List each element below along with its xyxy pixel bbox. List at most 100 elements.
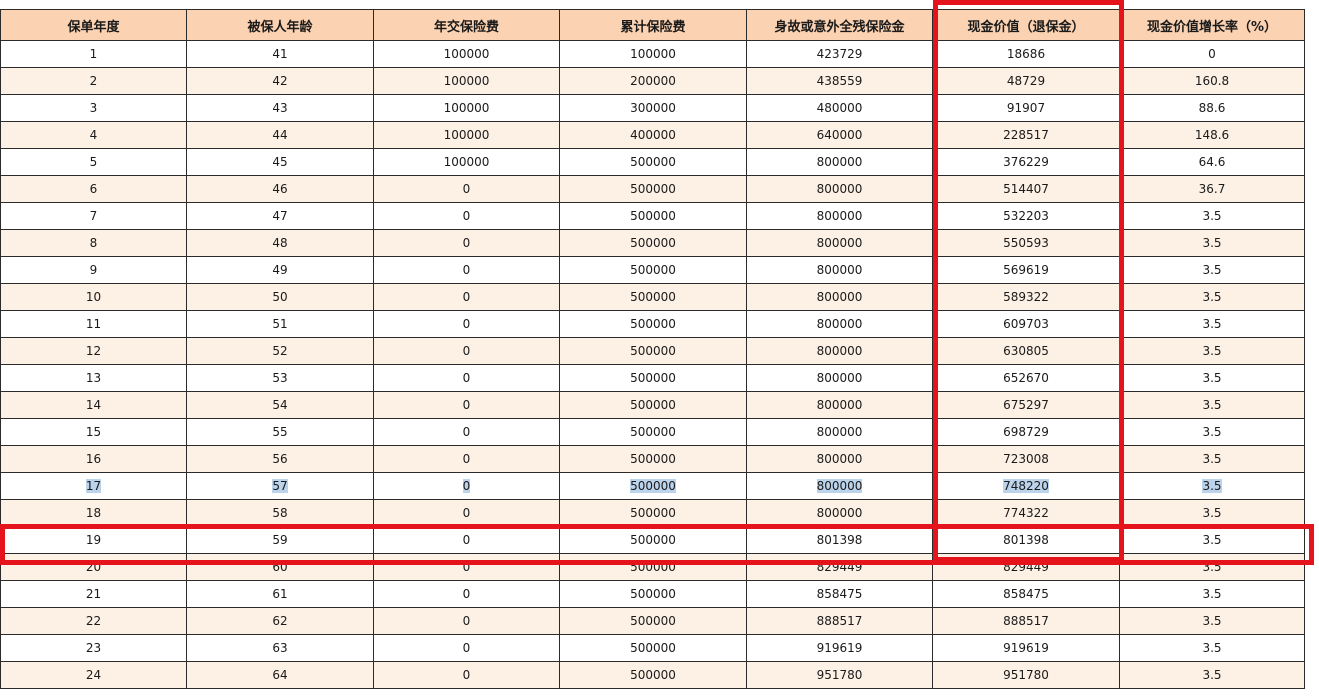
cell-value: 800000: [816, 182, 863, 196]
cell-value: 1: [89, 47, 98, 61]
cell-value: 951780: [1003, 668, 1049, 682]
cell-death-benefit: 800000: [746, 148, 933, 176]
cell-value: 0: [462, 560, 471, 574]
cell-cash-value-growth: 3.5: [1119, 553, 1305, 581]
cell-value: 0: [462, 641, 471, 655]
table-row: 1 41 100000 100000 423729 18686 0: [0, 40, 1305, 68]
cell-value: 53: [272, 371, 288, 385]
cell-cumulative-premium: 400000: [559, 121, 747, 149]
cell-value: 50: [272, 290, 288, 304]
header-policy-year: 保单年度: [0, 9, 187, 41]
cell-value: 15: [85, 425, 102, 439]
cell-policy-year: 7: [0, 202, 187, 230]
cell-insured-age: 46: [186, 175, 374, 203]
cell-cash-value-growth: 160.8: [1119, 67, 1305, 95]
cell-value: 160.8: [1194, 74, 1230, 88]
cell-policy-year: 21: [0, 580, 187, 608]
cell-value: 3.5: [1202, 263, 1222, 277]
cell-death-benefit: 800000: [746, 445, 933, 473]
table-row: 5 45 100000 500000 800000 376229 64.6: [0, 148, 1305, 176]
cell-policy-year: 22: [0, 607, 187, 635]
cell-value: 0: [462, 425, 471, 439]
cell-policy-year: 10: [0, 283, 187, 311]
table-row: 9 49 0 500000 800000 569619 3.5: [0, 256, 1305, 284]
cell-insured-age: 48: [186, 229, 374, 257]
cell-death-benefit: 800000: [746, 310, 933, 338]
cell-cumulative-premium: 500000: [559, 364, 747, 392]
cell-value: 36.7: [1198, 182, 1226, 196]
cell-cumulative-premium: 500000: [559, 148, 747, 176]
cell-value: 3.5: [1202, 479, 1222, 493]
cell-cumulative-premium: 500000: [559, 472, 747, 500]
cell-annual-premium: 100000: [373, 148, 560, 176]
cell-annual-premium: 100000: [373, 40, 560, 68]
cell-value: 500000: [630, 587, 676, 601]
cell-value: 64.6: [1198, 155, 1226, 169]
cell-value: 800000: [816, 452, 863, 466]
cell-death-benefit: 800000: [746, 229, 933, 257]
cell-cash-value: 723008: [932, 445, 1120, 473]
cell-value: 42: [272, 74, 288, 88]
cell-cash-value-growth: 3.5: [1119, 337, 1305, 365]
cell-value: 52: [272, 344, 288, 358]
cell-value: 64: [272, 668, 288, 682]
cell-policy-year: 13: [0, 364, 187, 392]
cell-annual-premium: 0: [373, 634, 560, 662]
cell-annual-premium: 0: [373, 472, 560, 500]
cell-value: 640000: [816, 128, 863, 142]
cell-insured-age: 42: [186, 67, 374, 95]
cell-value: 3.5: [1202, 560, 1222, 574]
cell-cash-value: 774322: [932, 499, 1120, 527]
cell-death-benefit: 829449: [746, 553, 933, 581]
cell-value: 100000: [443, 47, 490, 61]
cell-value: 3.5: [1202, 614, 1222, 628]
cell-insured-age: 64: [186, 661, 374, 689]
header-death-benefit: 身故或意外全残保险金: [746, 9, 933, 41]
cell-cash-value: 532203: [932, 202, 1120, 230]
cell-value: 438559: [816, 74, 863, 88]
cell-policy-year: 2: [0, 67, 187, 95]
cell-death-benefit: 800000: [746, 175, 933, 203]
cell-cash-value-growth: 3.5: [1119, 445, 1305, 473]
cell-value: 774322: [1003, 506, 1049, 520]
cell-value: 58: [272, 506, 288, 520]
cell-cumulative-premium: 500000: [559, 310, 747, 338]
cell-value: 0: [462, 452, 471, 466]
cell-value: 63: [272, 641, 288, 655]
table-row: 21 61 0 500000 858475 858475 3.5: [0, 580, 1305, 608]
cell-annual-premium: 0: [373, 337, 560, 365]
cell-annual-premium: 0: [373, 418, 560, 446]
table-row: 18 58 0 500000 800000 774322 3.5: [0, 499, 1305, 527]
cell-value: 18: [85, 506, 102, 520]
cell-insured-age: 58: [186, 499, 374, 527]
cell-value: 500000: [630, 398, 676, 412]
cell-value: 500000: [630, 371, 676, 385]
cell-value: 800000: [816, 425, 863, 439]
cell-death-benefit: 800000: [746, 256, 933, 284]
cell-policy-year: 15: [0, 418, 187, 446]
cell-value: 0: [1208, 47, 1216, 61]
cell-value: 100000: [630, 47, 676, 61]
cell-death-benefit: 800000: [746, 472, 933, 500]
cell-value: 0: [462, 614, 471, 628]
cell-value: 500000: [630, 506, 676, 520]
table-row: 2 42 100000 200000 438559 48729 160.8: [0, 67, 1305, 95]
cell-death-benefit: 800000: [746, 418, 933, 446]
cell-value: 800000: [816, 236, 863, 250]
cell-value: 17: [85, 479, 102, 493]
cell-value: 12: [85, 344, 102, 358]
cell-value: 3.5: [1202, 209, 1222, 223]
cell-value: 3.5: [1202, 641, 1222, 655]
table-row: 15 55 0 500000 800000 698729 3.5: [0, 418, 1305, 446]
cell-value: 23: [85, 641, 102, 655]
cell-value: 0: [462, 344, 471, 358]
cell-annual-premium: 0: [373, 256, 560, 284]
cell-cash-value: 829449: [932, 553, 1120, 581]
cell-death-benefit: 800000: [746, 337, 933, 365]
cell-cash-value: 514407: [932, 175, 1120, 203]
cell-cash-value-growth: 3.5: [1119, 364, 1305, 392]
cell-insured-age: 61: [186, 580, 374, 608]
cell-value: 10: [85, 290, 102, 304]
cell-insured-age: 63: [186, 634, 374, 662]
table-row: 13 53 0 500000 800000 652670 3.5: [0, 364, 1305, 392]
